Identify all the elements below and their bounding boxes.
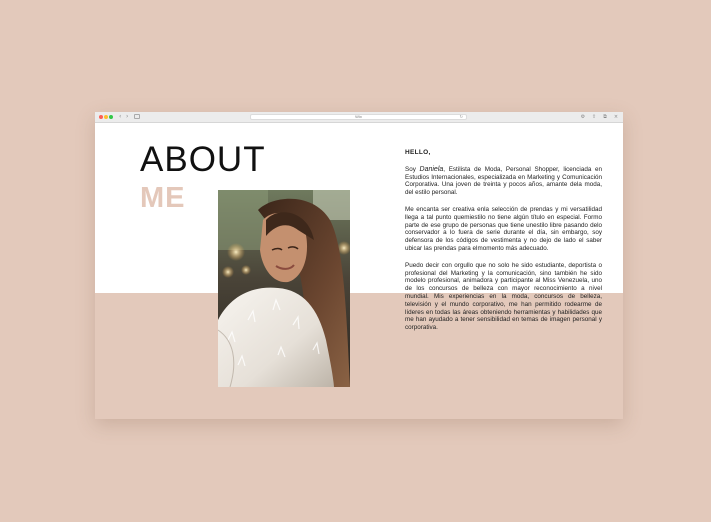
about-paragraph-1: Soy Daniela, Estilista de Moda, Personal… bbox=[405, 166, 602, 197]
browser-window: ‹ › Wix ↻ ⚙ ⇧ ⧉ × ABOUT ME HELLO, Soy Da… bbox=[95, 112, 623, 419]
portrait-photo-graphic bbox=[218, 190, 350, 387]
close-window-icon[interactable] bbox=[99, 115, 103, 119]
about-paragraph-2: Me encanta ser creativa enla selección d… bbox=[405, 205, 602, 252]
tabs-icon[interactable]: ⧉ bbox=[602, 114, 608, 120]
share-icon[interactable]: ⇧ bbox=[591, 114, 597, 120]
hello-heading: HELLO, bbox=[405, 149, 431, 156]
close-tab-icon[interactable]: × bbox=[613, 114, 619, 120]
me-heading: ME bbox=[140, 182, 186, 214]
back-icon[interactable]: ‹ bbox=[119, 114, 121, 120]
forward-icon[interactable]: › bbox=[126, 114, 128, 120]
reload-icon[interactable]: ↻ bbox=[460, 114, 463, 120]
browser-toolbar: ‹ › Wix ↻ ⚙ ⇧ ⧉ × bbox=[95, 112, 623, 123]
address-bar-title: Wix bbox=[355, 114, 362, 119]
maximize-window-icon[interactable] bbox=[109, 115, 113, 119]
about-text: HELLO, Soy Daniela, Estilista de Moda, P… bbox=[405, 149, 602, 341]
name-highlight: Daniela bbox=[419, 165, 444, 173]
about-paragraph-3: Puedo decir con orgullo que no solo he s… bbox=[405, 261, 602, 332]
settings-icon[interactable]: ⚙ bbox=[580, 114, 586, 120]
about-heading: ABOUT bbox=[140, 140, 266, 179]
portrait-photo bbox=[218, 190, 350, 387]
minimize-window-icon[interactable] bbox=[104, 115, 108, 119]
sidebar-icon[interactable] bbox=[134, 114, 140, 119]
address-bar[interactable]: Wix ↻ bbox=[250, 114, 467, 120]
para1-prefix: Soy bbox=[405, 165, 416, 173]
